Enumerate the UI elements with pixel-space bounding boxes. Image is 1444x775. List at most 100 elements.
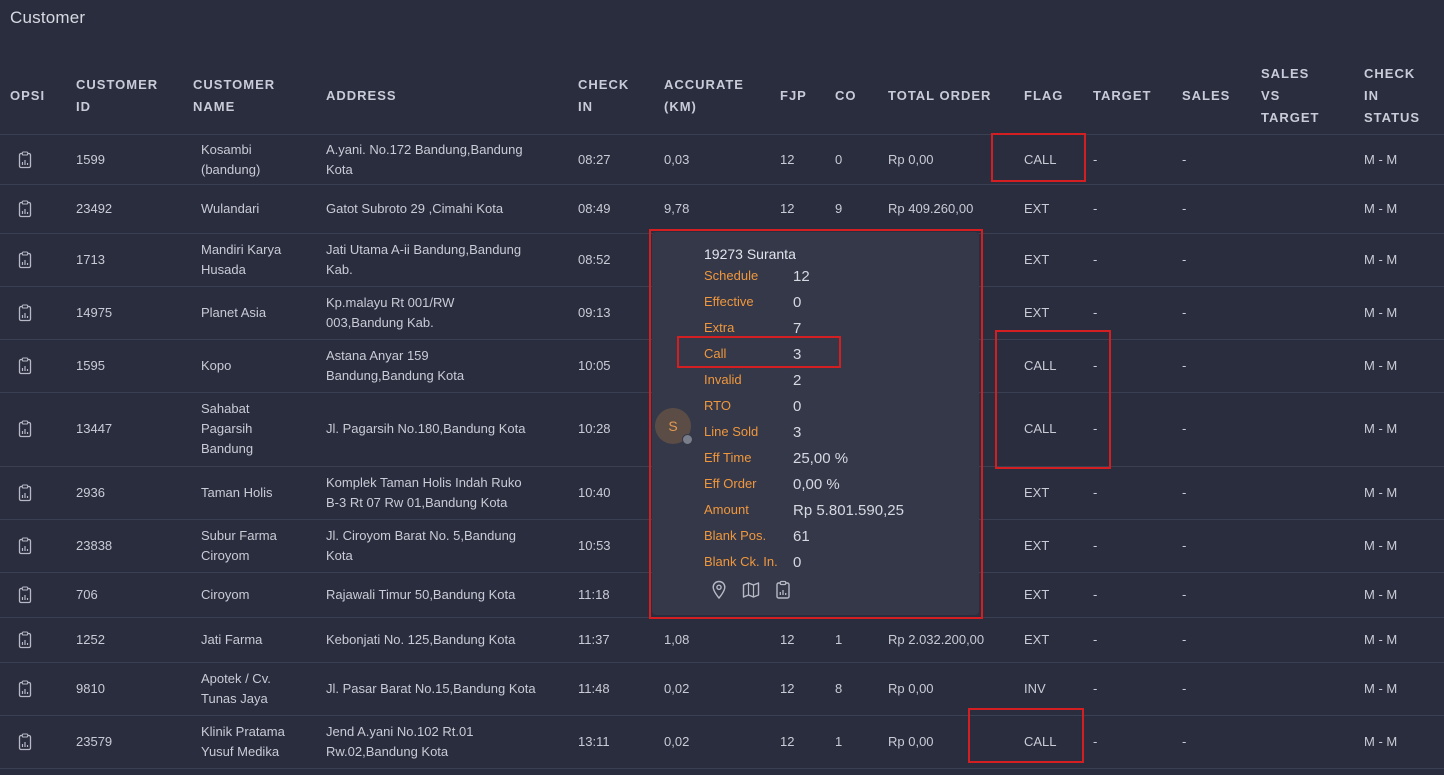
column-header-fjp[interactable]: FJP xyxy=(780,58,807,134)
cell-check-in: 10:05 xyxy=(578,357,611,373)
cell-customer-name: Jati Farma xyxy=(201,631,263,647)
table-row[interactable]: 9810 Apotek / Cv. Tunas Jaya Jl. Pasar Bar… xyxy=(0,662,1444,716)
cell-target: - xyxy=(1093,200,1098,216)
column-header-flag[interactable]: FLAG xyxy=(1024,58,1063,134)
highlight-box-call-stat xyxy=(677,336,841,368)
cell-check-in: 10:53 xyxy=(578,537,611,553)
popup-stat-value: 0 xyxy=(793,554,802,571)
popup-stat-label: Effective xyxy=(704,294,754,309)
clipboard-report-icon[interactable] xyxy=(18,233,32,286)
clipboard-report-icon[interactable] xyxy=(18,135,32,184)
cell-sales: - xyxy=(1182,421,1187,436)
cell-sales: - xyxy=(1182,357,1187,373)
clipboard-report-icon[interactable] xyxy=(18,519,32,572)
cell-co: 1 xyxy=(835,631,843,647)
cell-sales: - xyxy=(1182,586,1187,602)
cell-check-in-status: M - M xyxy=(1364,304,1398,320)
cell-sales: - xyxy=(1182,537,1187,553)
popup-stat-value: 12 xyxy=(793,268,810,285)
popup-stat-value: 2 xyxy=(793,372,802,389)
clipboard-report-icon[interactable] xyxy=(18,617,32,662)
map-pin-icon[interactable] xyxy=(710,580,728,605)
table-row[interactable]: 23579 Klinik Pratama Yusuf Medika Jend A.y… xyxy=(0,715,1444,769)
cell-check-in: 08:52 xyxy=(578,251,611,267)
clipboard-report-icon[interactable] xyxy=(18,662,32,715)
cell-target: - xyxy=(1093,586,1098,602)
cell-address: Gatot Subroto 29 ,Cimahi Kota xyxy=(326,200,504,216)
clipboard-report-icon[interactable] xyxy=(18,715,32,768)
cell-sales: - xyxy=(1182,200,1187,216)
popup-stat-value: 0 xyxy=(793,294,802,311)
cell-fjp: 12 xyxy=(780,680,795,696)
cell-address: Komplek Taman Holis Indah Ruko B-3 Rt 07… xyxy=(326,474,522,510)
cell-target: - xyxy=(1093,733,1098,749)
column-header-target[interactable]: TARGET xyxy=(1093,58,1151,134)
cell-check-in-status: M - M xyxy=(1364,586,1398,602)
salesman-popup: 19273 Suranta S Schedule 12 Effective 0 Extr… xyxy=(652,232,979,615)
cell-customer-name: Wulandari xyxy=(201,200,260,216)
cell-total-order: Rp 2.032.200,00 xyxy=(888,631,985,647)
column-header-check-in[interactable]: CHECK IN xyxy=(578,58,629,134)
column-header-check-in-status[interactable]: CHECK IN STATUS xyxy=(1364,58,1420,134)
cell-check-in: 11:48 xyxy=(578,680,610,696)
cell-sales: - xyxy=(1182,680,1187,696)
cell-check-in-status: M - M xyxy=(1364,733,1398,749)
cell-target: - xyxy=(1093,631,1098,647)
cell-address: Jend A.yani No.102 Rt.01 Rw.02,Bandung K… xyxy=(326,723,474,759)
column-header-address[interactable]: ADDRESS xyxy=(326,58,397,134)
cell-address: Rajawali Timur 50,Bandung Kota xyxy=(326,586,516,602)
cell-flag: EXT xyxy=(1024,631,1050,647)
popup-stat-label: Line Sold xyxy=(704,424,759,439)
clipboard-report-icon[interactable] xyxy=(774,580,792,605)
table-row[interactable]: 1599 Kosambi (bandung) A.yani. No.172 Band… xyxy=(0,135,1444,185)
column-header-customer-name[interactable]: CUSTOMER NAME xyxy=(193,58,275,134)
table-row[interactable]: 1252 Jati Farma Kebonjati No. 125,Bandung … xyxy=(0,617,1444,663)
cell-customer-id: 9810 xyxy=(76,680,105,696)
clipboard-report-icon[interactable] xyxy=(18,184,32,233)
popup-stat-label: Call xyxy=(704,346,727,361)
cell-check-in: 08:27 xyxy=(578,151,611,167)
column-header-sales-vs-target[interactable]: SALES VS TARGET xyxy=(1261,58,1319,134)
cell-accurate-km: 1,08 xyxy=(664,631,690,647)
cell-flag: EXT xyxy=(1024,251,1050,267)
cell-fjp: 12 xyxy=(780,151,795,167)
column-header-sales[interactable]: SALES xyxy=(1182,58,1230,134)
popup-stat-label: Schedule xyxy=(704,268,759,283)
cell-fjp: 12 xyxy=(780,200,795,216)
cell-customer-name: Kopo xyxy=(201,357,232,373)
column-header-co[interactable]: CO xyxy=(835,58,857,134)
column-header-customer-id[interactable]: CUSTOMER ID xyxy=(76,58,158,134)
page-title: Customer xyxy=(10,8,86,27)
map-route-icon[interactable] xyxy=(742,580,760,605)
clipboard-report-icon[interactable] xyxy=(18,286,32,339)
popup-stat-label: Blank Ck. In. xyxy=(704,554,778,569)
cell-accurate-km: 0,03 xyxy=(664,151,690,167)
popup-stat-value: 25,00 % xyxy=(793,450,849,467)
cell-sales: - xyxy=(1182,484,1187,500)
cell-address: Astana Anyar 159 Bandung,Bandung Kota xyxy=(326,347,465,383)
clipboard-report-icon[interactable] xyxy=(18,339,32,392)
cell-flag: EXT xyxy=(1024,200,1050,216)
cell-flag: INV xyxy=(1024,680,1046,696)
popup-stat-value: Rp 5.801.590,25 xyxy=(793,502,904,519)
cell-customer-name: Mandiri Karya Husada xyxy=(201,241,282,277)
popup-stat-label: Invalid xyxy=(704,372,742,387)
column-header-opsi[interactable]: OPSI xyxy=(10,58,45,134)
cell-flag: CALL xyxy=(1024,357,1057,373)
popup-stat-value: 3 xyxy=(793,346,802,363)
cell-target: - xyxy=(1093,484,1098,500)
cell-address: Jl. Ciroyom Barat No. 5,Bandung Kota xyxy=(326,527,517,563)
table-row[interactable]: 23492 Wulandari Gatot Subroto 29 ,Cimahi K… xyxy=(0,184,1444,234)
cell-customer-id: 2936 xyxy=(76,484,105,500)
column-header-total-order[interactable]: TOTAL ORDER xyxy=(888,58,991,134)
cell-co: 0 xyxy=(835,151,843,167)
clipboard-report-icon[interactable] xyxy=(18,572,32,617)
popup-stat-label: Eff Time xyxy=(704,450,752,465)
cell-customer-id: 1595 xyxy=(76,357,105,373)
cell-check-in: 10:40 xyxy=(578,484,611,500)
column-header-accurate-km[interactable]: ACCURATE (KM) xyxy=(664,58,744,134)
cell-customer-id: 13447 xyxy=(76,421,113,436)
clipboard-report-icon[interactable] xyxy=(18,392,32,466)
clipboard-report-icon[interactable] xyxy=(18,466,32,519)
cell-address: Kebonjati No. 125,Bandung Kota xyxy=(326,631,516,647)
